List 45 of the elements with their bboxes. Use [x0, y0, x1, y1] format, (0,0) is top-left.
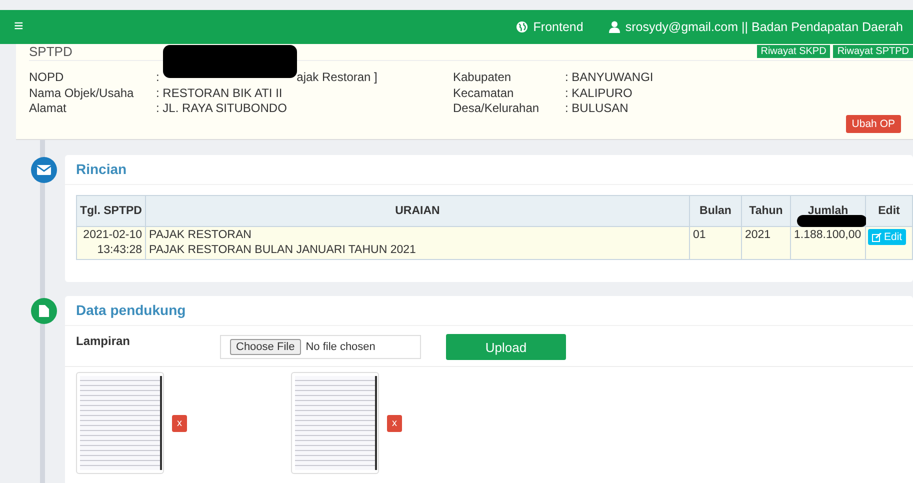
- menu-icon[interactable]: ≡: [14, 18, 24, 36]
- column-header: Tahun: [742, 196, 790, 226]
- history-button[interactable]: Riwayat SKPD: [756, 44, 830, 58]
- field-label: NOPD: [29, 70, 65, 86]
- section-title: Data pendukung: [65, 296, 913, 326]
- column-header: Edit: [866, 196, 912, 226]
- redaction-block: [797, 215, 867, 227]
- field-value: : KALIPURO: [565, 86, 632, 101]
- table-cell: 1.188.100,00: [790, 226, 866, 260]
- document-thumbnail[interactable]: [76, 372, 164, 474]
- edit-icon: [872, 232, 882, 242]
- field-value: : BULUSAN: [565, 101, 628, 116]
- field-label: Kabupaten: [453, 70, 512, 86]
- field-value: : RESTORAN BIK ATI II: [156, 86, 282, 101]
- field-label: Nama Objek/Usaha: [29, 86, 135, 101]
- document-thumbnail[interactable]: [291, 372, 379, 474]
- table-cell: 2021-02-10 13:43:28: [76, 226, 146, 260]
- edit-object-button[interactable]: Ubah OP: [846, 115, 901, 133]
- envelope-icon: [31, 157, 57, 183]
- table-cell: PAJAK RESTORAN PAJAK RESTORAN BULAN JANUARI TAHUN 2021: [146, 226, 690, 260]
- attachment-label: Lampiran: [76, 334, 132, 348]
- edit-button[interactable]: Edit: [868, 229, 906, 245]
- table-cell: 2021: [742, 226, 790, 260]
- delete-button[interactable]: x: [387, 414, 402, 432]
- nav-link[interactable]: Frontend: [516, 20, 584, 34]
- column-header: URAIAN: [146, 196, 690, 226]
- delete-button[interactable]: x: [172, 414, 187, 432]
- field-value: : BANYUWANGI: [565, 70, 654, 86]
- table-cell: 01: [690, 226, 742, 260]
- field-value: : JL. RAYA SITUBONDO: [156, 101, 287, 116]
- column-header: Bulan: [690, 196, 742, 226]
- column-header: Jumlah: [790, 196, 866, 226]
- column-header: Tgl. SPTPD: [76, 196, 146, 226]
- page-title: SPTPD: [29, 44, 72, 58]
- document-icon: [31, 298, 57, 324]
- file-input[interactable]: Choose File No file chosen: [220, 335, 421, 359]
- field-value: : ajak Restoran ]: [156, 70, 378, 86]
- field-label: Kecamatan: [453, 86, 515, 101]
- section-title: Rincian: [65, 155, 913, 185]
- history-button[interactable]: Riwayat SPTPD: [833, 44, 913, 58]
- field-label: Desa/Kelurahan: [453, 101, 540, 116]
- user-icon: [609, 21, 620, 33]
- upload-button[interactable]: Upload: [446, 334, 566, 360]
- nav-link[interactable]: srosydy@gmail.com || Badan Pendapatan Daerah: [609, 20, 903, 34]
- field-label: Alamat: [29, 101, 68, 116]
